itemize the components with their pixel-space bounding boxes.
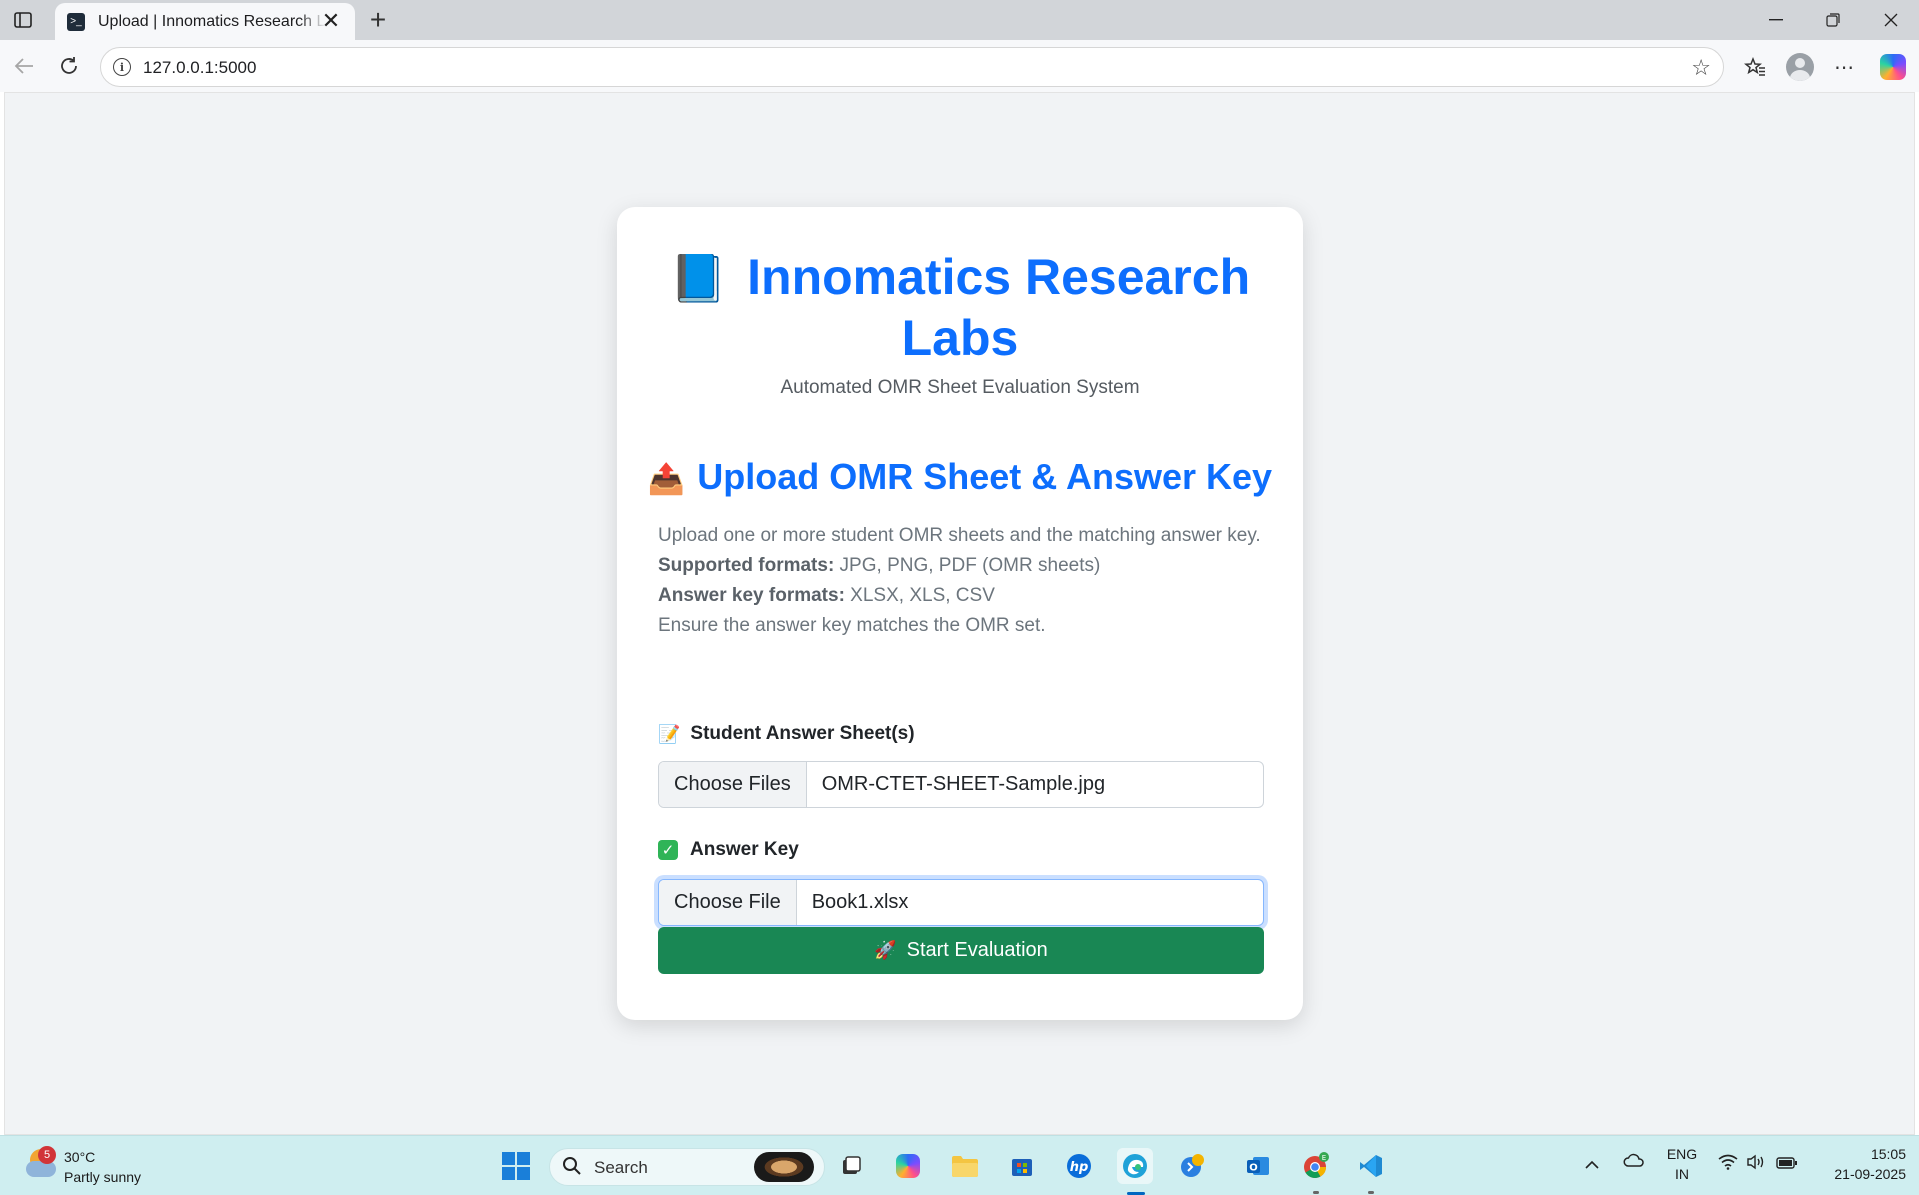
book-icon: 📘 — [669, 252, 728, 304]
hp-app-icon[interactable]: hp — [1061, 1148, 1097, 1184]
browser-tab[interactable]: >_ Upload | Innomatics Research Labs ✕ — [55, 3, 355, 40]
site-info-icon[interactable]: i — [113, 58, 131, 76]
upload-card: 📘 Innomatics Research Labs Automated OMR … — [617, 207, 1303, 1020]
answer-key-filename: Book1.xlsx — [811, 891, 909, 913]
edge-browser-icon[interactable] — [1117, 1148, 1153, 1184]
rocket-icon: 🚀 — [874, 940, 897, 960]
svg-text:E: E — [1322, 1154, 1326, 1162]
supported-formats-value: JPG, PNG, PDF (OMR sheets) — [834, 555, 1101, 576]
file-explorer-icon[interactable] — [947, 1148, 983, 1184]
upload-heading: 📤 Upload OMR Sheet & Answer Key — [617, 455, 1303, 502]
restore-button[interactable] — [1818, 6, 1848, 34]
start-button[interactable] — [498, 1148, 534, 1184]
terminal-favicon-icon: >_ — [67, 12, 85, 31]
windows-tips-icon[interactable] — [1174, 1148, 1210, 1184]
minimize-button[interactable] — [1761, 6, 1791, 34]
microsoft-store-icon[interactable] — [1004, 1148, 1040, 1184]
chrome-icon[interactable]: E — [1298, 1148, 1334, 1184]
browser-tab-bar: >_ Upload | Innomatics Research Labs ✕ + — [0, 0, 1919, 40]
description-note: Ensure the answer key matches the OMR se… — [658, 615, 1046, 636]
outlook-icon[interactable]: O — [1240, 1148, 1276, 1184]
language-indicator-top[interactable]: ENG — [1664, 1146, 1700, 1162]
vscode-running-indicator — [1368, 1191, 1374, 1194]
brand-title: Innomatics Research Labs — [747, 249, 1251, 366]
more-options-icon[interactable]: ⋯ — [1829, 52, 1859, 82]
search-icon — [562, 1156, 582, 1182]
supported-formats-label: Supported formats: — [658, 555, 835, 576]
wifi-icon[interactable] — [1718, 1154, 1738, 1175]
url-text[interactable]: 127.0.0.1:5000 — [143, 58, 256, 78]
address-bar[interactable]: i 127.0.0.1:5000 ☆ — [100, 47, 1724, 87]
favorite-star-icon[interactable]: ☆ — [1691, 55, 1711, 81]
student-sheet-label-text: Student Answer Sheet(s) — [690, 723, 915, 744]
upload-description: Upload one or more student OMR sheets an… — [658, 521, 1268, 641]
profile-avatar[interactable] — [1785, 52, 1815, 82]
chrome-running-indicator — [1313, 1191, 1319, 1194]
answer-key-file-input[interactable]: Choose File Book1.xlsx — [658, 879, 1264, 926]
tab-actions-icon[interactable] — [12, 9, 34, 31]
answer-key-formats-label: Answer key formats: — [658, 585, 845, 606]
supported-formats-line: Supported formats: JPG, PNG, PDF (OMR sh… — [658, 551, 1268, 581]
student-sheet-filename: OMR-CTET-SHEET-Sample.jpg — [821, 773, 1106, 795]
student-sheet-file-input[interactable]: Choose Files OMR-CTET-SHEET-Sample.jpg — [658, 761, 1264, 808]
back-arrow-icon[interactable] — [10, 52, 38, 80]
windows-taskbar: 5 30°C Partly sunny Search hp O E ENG IN… — [0, 1135, 1919, 1195]
description-intro: Upload one or more student OMR sheets an… — [658, 525, 1261, 546]
browser-toolbar: i 127.0.0.1:5000 ☆ ⋯ — [0, 40, 1919, 92]
close-window-button[interactable] — [1876, 6, 1906, 34]
language-indicator-bottom[interactable]: IN — [1664, 1166, 1700, 1182]
answer-key-formats-line: Answer key formats: XLSX, XLS, CSV — [658, 581, 1268, 611]
vscode-icon[interactable] — [1353, 1148, 1389, 1184]
page-viewport: 📘 Innomatics Research Labs Automated OMR … — [4, 92, 1915, 1135]
new-tab-button[interactable]: + — [364, 4, 392, 35]
svg-text:O: O — [1249, 1163, 1258, 1174]
answer-key-label: ✓ Answer Key — [658, 839, 799, 861]
weather-description[interactable]: Partly sunny — [64, 1169, 141, 1185]
task-view-icon[interactable] — [833, 1148, 869, 1184]
battery-icon[interactable] — [1776, 1154, 1798, 1175]
taskbar-search[interactable]: Search — [549, 1148, 825, 1186]
weather-temperature[interactable]: 30°C — [64, 1149, 95, 1165]
brand-heading: 📘 Innomatics Research Labs — [617, 247, 1303, 368]
show-hidden-icons-chevron-icon[interactable] — [1585, 1154, 1599, 1175]
svg-text:hp: hp — [1070, 1160, 1089, 1175]
student-sheet-label: 📝 Student Answer Sheet(s) — [658, 723, 915, 745]
search-highlight-image — [754, 1152, 814, 1182]
answer-key-label-text: Answer Key — [690, 839, 799, 860]
page-subtitle: Automated OMR Sheet Evaluation System — [780, 377, 1140, 398]
volume-icon[interactable] — [1746, 1154, 1766, 1175]
start-evaluation-label: Start Evaluation — [906, 939, 1048, 961]
start-evaluation-button[interactable]: 🚀 Start Evaluation — [658, 927, 1264, 974]
choose-files-button[interactable]: Choose Files — [659, 762, 807, 807]
outbox-tray-icon: 📤 — [647, 463, 686, 496]
onedrive-cloud-icon[interactable] — [1622, 1152, 1644, 1173]
reload-icon[interactable] — [55, 52, 83, 80]
clock-date[interactable]: 21-09-2025 — [1800, 1166, 1906, 1182]
copilot-icon[interactable] — [1878, 52, 1908, 82]
upload-title: Upload OMR Sheet & Answer Key — [697, 456, 1273, 497]
choose-file-button[interactable]: Choose File — [659, 880, 797, 925]
check-mark-icon: ✓ — [658, 840, 678, 860]
memo-icon: 📝 — [658, 723, 681, 744]
search-label: Search — [594, 1158, 648, 1177]
answer-key-formats-value: XLSX, XLS, CSV — [844, 585, 995, 606]
tab-title: Upload | Innomatics Research Labs — [98, 12, 326, 30]
clock-time[interactable]: 15:05 — [1800, 1146, 1906, 1162]
weather-badge: 5 — [38, 1146, 56, 1164]
favorites-icon[interactable] — [1740, 52, 1770, 82]
copilot-app-icon[interactable] — [890, 1148, 926, 1184]
tab-close-icon[interactable]: ✕ — [321, 10, 341, 32]
